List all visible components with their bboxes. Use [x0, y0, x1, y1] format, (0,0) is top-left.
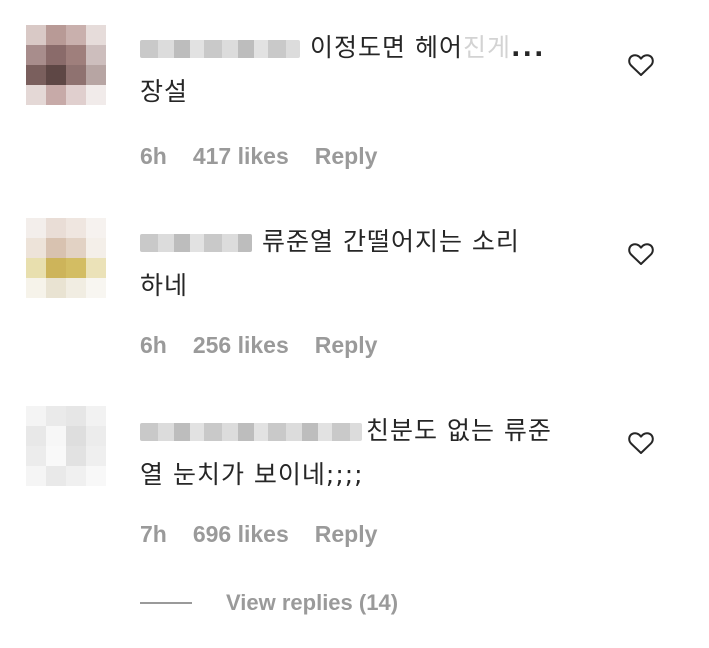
view-replies-button[interactable]: View replies (14) [140, 590, 398, 616]
comment-text-line2: 하네 [140, 271, 189, 300]
username[interactable] [140, 40, 300, 58]
timestamp: 6h [140, 143, 167, 169]
divider-line [140, 602, 192, 604]
comment-text-main: 류준열 간떨어지는 소리 [262, 227, 520, 256]
username[interactable] [140, 234, 252, 252]
avatar[interactable] [26, 218, 106, 298]
comment-text-faded: 진게 [462, 33, 511, 62]
comment-meta: 7h 696 likes Reply [140, 521, 377, 548]
comment-text-main: 이정도면 헤어 [310, 33, 463, 62]
timestamp: 6h [140, 332, 167, 358]
more-button[interactable]: ... [511, 33, 546, 62]
username[interactable] [140, 423, 362, 441]
reply-button[interactable]: Reply [315, 143, 378, 170]
comment-text: 이정도면 헤어진게... 장설 [140, 26, 580, 114]
reply-button[interactable]: Reply [315, 521, 378, 548]
like-count[interactable]: 417 likes [193, 143, 289, 170]
like-count[interactable]: 696 likes [193, 521, 289, 548]
view-replies-label: View replies (14) [226, 590, 399, 615]
avatar[interactable] [26, 25, 106, 105]
heart-outline-icon[interactable] [628, 431, 654, 455]
avatar[interactable] [26, 406, 106, 486]
comment-text-line2: 열 눈치가 보이네;;;; [140, 460, 364, 489]
comment-meta: 6h 256 likes Reply [140, 332, 377, 359]
heart-outline-icon[interactable] [628, 53, 654, 77]
heart-outline-icon[interactable] [628, 242, 654, 266]
comment-text-line2: 장설 [140, 77, 189, 106]
timestamp: 7h [140, 521, 167, 547]
comment-text: 류준열 간떨어지는 소리 하네 [140, 220, 580, 308]
comment-meta: 6h 417 likes Reply [140, 143, 377, 170]
comment-text-main: 친분도 없는 류준 [366, 416, 552, 445]
like-count[interactable]: 256 likes [193, 332, 289, 359]
reply-button[interactable]: Reply [315, 332, 378, 359]
comment-text: 친분도 없는 류준 열 눈치가 보이네;;;; [140, 409, 580, 497]
